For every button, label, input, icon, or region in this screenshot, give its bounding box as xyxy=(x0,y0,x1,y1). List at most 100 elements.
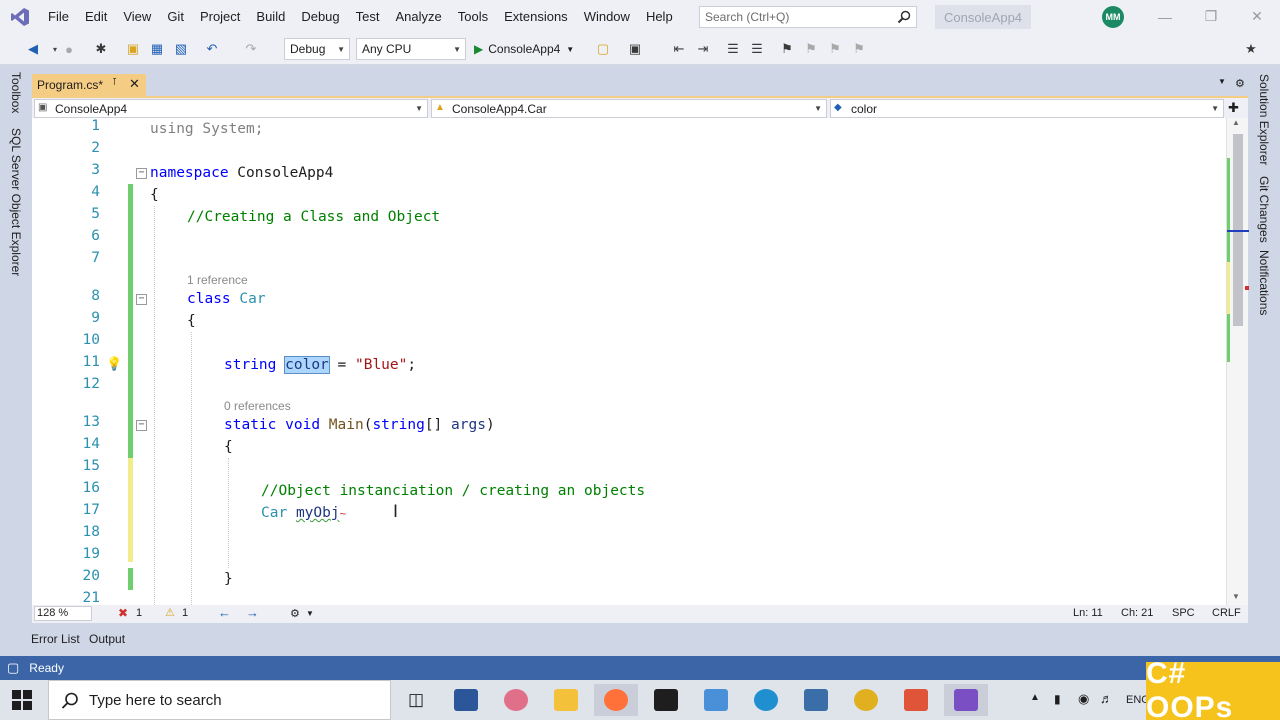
code-text[interactable]: using System; namespace ConsoleApp4 { //… xyxy=(150,118,1220,605)
warning-icon[interactable]: ⚠ xyxy=(165,606,175,619)
scroll-down-icon[interactable]: ▼ xyxy=(1232,592,1240,601)
codelens-reference[interactable]: 1 reference xyxy=(187,273,248,287)
tab-list-dropdown-icon[interactable]: ▼ xyxy=(1218,77,1226,86)
error-count[interactable]: 1 xyxy=(136,607,142,619)
menu-file[interactable]: File xyxy=(40,0,77,33)
redo-icon[interactable]: ↷ xyxy=(242,40,260,58)
git-changes-tab[interactable]: Git Changes xyxy=(1257,176,1271,243)
line-ending-indicator[interactable]: CRLF xyxy=(1212,607,1241,619)
calculator-app-icon[interactable] xyxy=(794,684,838,716)
type-dropdown[interactable]: ▲ ConsoleApp4.Car ▼ xyxy=(431,99,827,118)
column-indicator[interactable]: Ch: 21 xyxy=(1121,607,1153,619)
zoom-select[interactable]: 128 % xyxy=(34,606,92,621)
start-debugging-button[interactable]: ▶ ConsoleApp4 ▼ xyxy=(474,38,574,60)
visual-studio-logo-icon[interactable] xyxy=(0,0,40,33)
tab-error-list[interactable]: Error List xyxy=(31,632,80,646)
chevron-down-icon[interactable]: ▼ xyxy=(306,609,314,618)
open-folder-icon[interactable]: ▣ xyxy=(124,40,142,58)
member-dropdown[interactable]: ◆ color ▼ xyxy=(830,99,1224,118)
collapse-namespace-icon[interactable]: − xyxy=(136,168,147,179)
menu-test[interactable]: Test xyxy=(348,0,388,33)
new-project-icon[interactable]: ✱ xyxy=(92,40,110,58)
project-dropdown[interactable]: ▣ ConsoleApp4 ▼ xyxy=(34,99,428,118)
lightbulb-icon[interactable]: 💡 xyxy=(106,356,122,372)
clear-bookmarks-icon[interactable]: ⚑ xyxy=(850,40,868,58)
solution-platform-select[interactable]: Any CPU ▼ xyxy=(356,38,466,60)
volume-icon[interactable]: ♬ xyxy=(1100,691,1113,706)
solution-explorer-tab[interactable]: Solution Explorer xyxy=(1257,74,1271,165)
previous-bookmark-icon[interactable]: ⚑ xyxy=(802,40,820,58)
word-app-icon[interactable] xyxy=(444,684,488,716)
windows-start-icon[interactable] xyxy=(12,690,32,713)
save-icon[interactable]: ▦ xyxy=(148,40,166,58)
code-cleanup-icon[interactable]: ⚙ xyxy=(290,607,300,620)
menu-build[interactable]: Build xyxy=(248,0,293,33)
uncomment-lines-icon[interactable]: ☰ xyxy=(748,40,766,58)
search-input[interactable]: Search (Ctrl+Q) xyxy=(699,6,917,28)
warning-count[interactable]: 1 xyxy=(182,607,188,619)
chrome-app-icon[interactable] xyxy=(844,684,888,716)
pin-icon[interactable]: ⊺ xyxy=(112,77,117,88)
find-in-files-icon[interactable]: ▢ xyxy=(594,40,612,58)
menu-tools[interactable]: Tools xyxy=(450,0,496,33)
settings-gear-icon[interactable]: ⚙ xyxy=(1235,77,1245,90)
error-icon[interactable]: ✖ xyxy=(118,606,128,620)
save-all-icon[interactable]: ▧ xyxy=(172,40,190,58)
menu-extensions[interactable]: Extensions xyxy=(496,0,576,33)
close-icon[interactable]: ✕ xyxy=(1234,0,1280,33)
undo-icon[interactable]: ↶ xyxy=(203,40,221,58)
comment-lines-icon[interactable]: ☰ xyxy=(724,40,742,58)
split-window-icon[interactable]: ✚ xyxy=(1228,100,1239,116)
tab-program-cs[interactable]: Program.cs* ⊺ ✕ xyxy=(32,74,146,96)
live-share-icon[interactable]: ★ xyxy=(1242,40,1260,58)
task-view-icon[interactable]: ◫ xyxy=(394,684,438,716)
show-hidden-icons-icon[interactable]: ▲ xyxy=(1030,692,1040,703)
minimize-icon[interactable]: — xyxy=(1142,0,1188,33)
sql-server-object-explorer-tab[interactable]: SQL Server Object Explorer xyxy=(9,128,23,276)
line-indicator[interactable]: Ln: 11 xyxy=(1073,607,1103,619)
file-explorer-icon[interactable] xyxy=(544,684,588,716)
solution-configuration-select[interactable]: Debug ▼ xyxy=(284,38,350,60)
visual-studio-app-icon[interactable] xyxy=(944,684,988,716)
tab-output[interactable]: Output xyxy=(89,632,125,646)
selected-identifier[interactable]: color xyxy=(284,356,330,374)
menu-window[interactable]: Window xyxy=(576,0,638,33)
step-into-icon[interactable]: ⇤ xyxy=(670,40,688,58)
scroll-up-icon[interactable]: ▲ xyxy=(1232,118,1240,127)
browser-link-icon[interactable]: ▣ xyxy=(626,40,644,58)
editor-vertical-scrollbar[interactable]: ▲ ▼ xyxy=(1226,118,1249,605)
menu-help[interactable]: Help xyxy=(638,0,681,33)
camtasia-app-icon[interactable] xyxy=(894,684,938,716)
navigate-forward-icon[interactable]: ● xyxy=(60,40,78,58)
navigate-back-icon[interactable]: ◀ xyxy=(24,40,42,58)
collapse-class-icon[interactable]: − xyxy=(136,294,147,305)
menu-edit[interactable]: Edit xyxy=(77,0,115,33)
restore-icon[interactable]: ❐ xyxy=(1188,0,1234,33)
collapse-method-icon[interactable]: − xyxy=(136,420,147,431)
bookmark-icon[interactable]: ⚑ xyxy=(778,40,796,58)
menu-debug[interactable]: Debug xyxy=(293,0,347,33)
menu-analyze[interactable]: Analyze xyxy=(387,0,449,33)
battery-icon[interactable]: ▮ xyxy=(1054,692,1061,706)
taskbar-search-input[interactable]: Type here to search xyxy=(48,680,391,720)
terminal-app-icon[interactable] xyxy=(644,684,688,716)
next-bookmark-icon[interactable]: ⚑ xyxy=(826,40,844,58)
code-editor[interactable]: 1 2 3 4 5 6 7 8 9 10 11 12 13 14 15 16 1… xyxy=(32,118,1226,605)
edge-app-icon[interactable] xyxy=(744,684,788,716)
toolbox-tab[interactable]: Toolbox xyxy=(9,72,23,113)
whitespace-indicator[interactable]: SPC xyxy=(1172,607,1195,619)
network-icon[interactable]: ◉ xyxy=(1078,691,1089,707)
firefox-app-icon[interactable] xyxy=(594,684,638,716)
menu-git[interactable]: Git xyxy=(159,0,192,33)
menu-project[interactable]: Project xyxy=(192,0,248,33)
codelens-reference[interactable]: 0 references xyxy=(224,399,291,413)
remote-desktop-icon[interactable] xyxy=(694,684,738,716)
next-issue-icon[interactable]: → xyxy=(246,605,259,620)
paint-app-icon[interactable] xyxy=(494,684,538,716)
step-over-icon[interactable]: ⇥ xyxy=(694,40,712,58)
close-tab-icon[interactable]: ✕ xyxy=(129,76,140,92)
menu-view[interactable]: View xyxy=(115,0,159,33)
notifications-tab[interactable]: Notifications xyxy=(1257,250,1271,315)
avatar[interactable]: MM xyxy=(1102,6,1124,28)
previous-issue-icon[interactable]: ← xyxy=(218,605,231,620)
